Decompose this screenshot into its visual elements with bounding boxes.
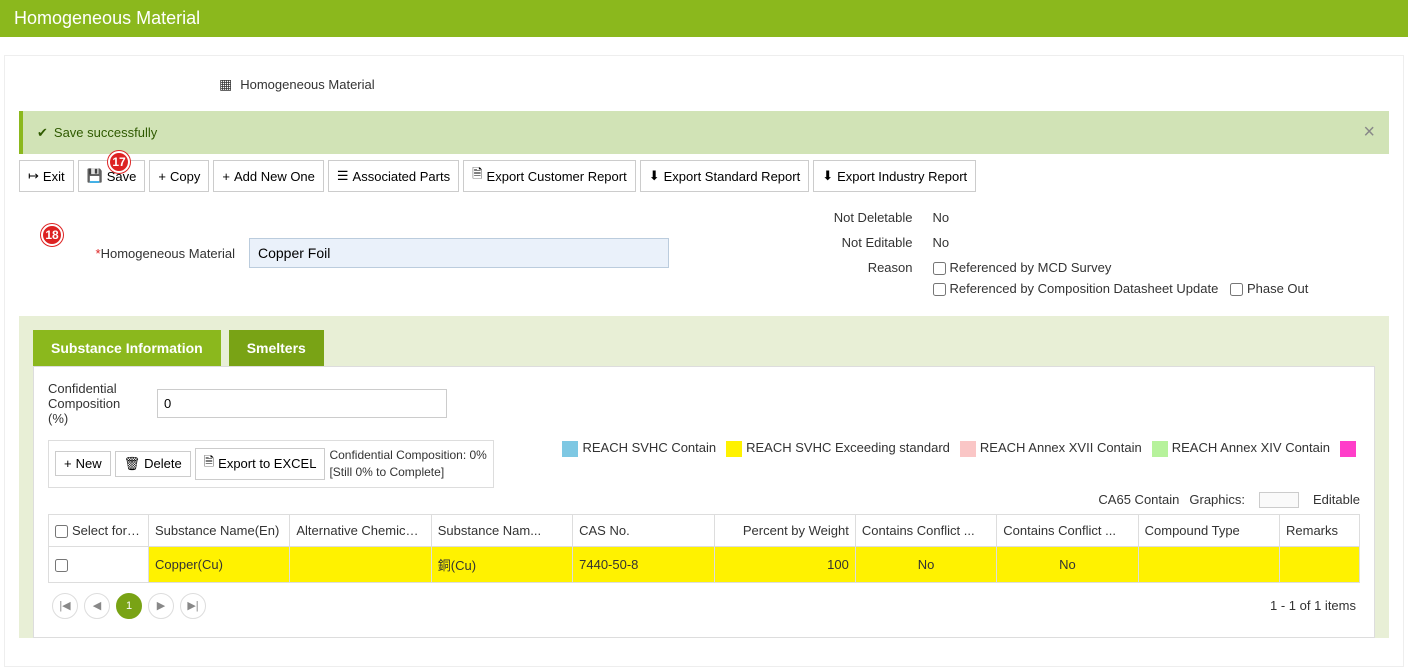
color-legend: REACH SVHC Contain REACH SVHC Exceeding …	[524, 440, 1360, 457]
pager-prev[interactable]: ◀	[84, 593, 110, 619]
callout-badge-18: 18	[41, 224, 63, 246]
add-new-button[interactable]: +Add New One	[213, 160, 324, 192]
swatch-ca65	[1340, 441, 1356, 457]
section-wrap: Substance Information Smelters Confident…	[19, 316, 1389, 638]
save-icon: 💾	[87, 168, 103, 184]
pager-current[interactable]: 1	[116, 593, 142, 619]
col-alt-name[interactable]: Alternative Chemical Name	[290, 514, 431, 546]
row-checkbox[interactable]	[55, 559, 68, 572]
select-all-checkbox[interactable]	[55, 525, 68, 538]
table-row[interactable]: Copper(Cu) 銅(Cu) 7440-50-8 100 No No	[49, 546, 1360, 582]
page-title: Homogeneous Material	[14, 8, 200, 28]
arrow-right-icon: ↦	[28, 168, 39, 184]
exit-button[interactable]: ↦Exit	[19, 160, 74, 192]
cell-alt-name	[290, 546, 431, 582]
pager: |◀ ◀ 1 ▶ ▶| 1 - 1 of 1 items	[48, 583, 1360, 623]
confidential-note: Confidential Composition: 0% [Still 0% t…	[329, 447, 486, 481]
editable-swatch	[1259, 492, 1299, 508]
col-conflict1[interactable]: Contains Conflict ...	[855, 514, 996, 546]
check-icon: ✔	[37, 125, 48, 141]
delete-button[interactable]: 🗑Delete	[115, 451, 191, 477]
not-editable-label: Not Editable	[773, 235, 933, 250]
not-editable-value: No	[933, 235, 950, 250]
export-excel-button[interactable]: 🗎Export to EXCEL	[195, 448, 326, 480]
toolbar: ↦Exit 💾Save +Copy +Add New One ☰Associat…	[19, 160, 1389, 192]
ca65-label: CA65 Contain	[1098, 492, 1179, 507]
close-icon[interactable]: ×	[1363, 121, 1375, 144]
cell-conflict2: No	[997, 546, 1138, 582]
download-icon: ⬇	[822, 168, 833, 184]
file-icon: 🗎	[472, 165, 482, 187]
cell-compound	[1138, 546, 1279, 582]
tabs: Substance Information Smelters	[33, 330, 1389, 366]
trash-icon: 🗑	[124, 456, 141, 472]
pager-first[interactable]: |◀	[52, 593, 78, 619]
reason-phase-checkbox[interactable]	[1230, 283, 1243, 296]
cell-conflict1: No	[855, 546, 996, 582]
reason-mcd-checkbox[interactable]	[933, 262, 946, 275]
tab-smelters[interactable]: Smelters	[229, 330, 324, 366]
list-icon: ☰	[337, 168, 349, 184]
col-name-other[interactable]: Substance Nam...	[431, 514, 572, 546]
new-button[interactable]: +New	[55, 451, 111, 476]
download-icon: ⬇	[649, 168, 660, 184]
pager-next[interactable]: ▶	[148, 593, 174, 619]
plus-icon: +	[158, 169, 166, 184]
legend-extra: CA65 Contain Graphics: Editable	[48, 492, 1360, 508]
cell-name-other: 銅(Cu)	[431, 546, 572, 582]
table-toolbar: +New 🗑Delete 🗎Export to EXCEL Confidenti…	[48, 440, 494, 488]
grid-icon: ▦	[219, 76, 232, 93]
swatch-svhc-contain	[562, 441, 578, 457]
material-label: *Homogeneous Material	[19, 246, 249, 261]
export-standard-button[interactable]: ⬇Export Standard Report	[640, 160, 809, 192]
col-compound[interactable]: Compound Type	[1138, 514, 1279, 546]
plus-icon: +	[222, 169, 230, 184]
pager-last[interactable]: ▶|	[180, 593, 206, 619]
pager-summary: 1 - 1 of 1 items	[1270, 598, 1356, 613]
swatch-annex17	[960, 441, 976, 457]
col-conflict2[interactable]: Contains Conflict ...	[997, 514, 1138, 546]
col-select: Select for de...	[49, 514, 149, 546]
export-industry-button[interactable]: ⬇Export Industry Report	[813, 160, 976, 192]
col-name-en[interactable]: Substance Name(En)	[149, 514, 290, 546]
tab-content: Confidential Composition (%) +New 🗑Delet…	[33, 366, 1375, 638]
editable-label: Editable	[1313, 492, 1360, 507]
associated-parts-button[interactable]: ☰Associated Parts	[328, 160, 459, 192]
col-cas[interactable]: CAS No.	[573, 514, 714, 546]
copy-button[interactable]: +Copy	[149, 160, 209, 192]
material-input[interactable]	[249, 238, 669, 268]
col-remarks[interactable]: Remarks	[1280, 514, 1360, 546]
confidential-input[interactable]	[157, 389, 447, 418]
tab-substance-info[interactable]: Substance Information	[33, 330, 221, 366]
cell-name-en: Copper(Cu)	[149, 546, 290, 582]
cell-pct: 100	[714, 546, 855, 582]
col-pct[interactable]: Percent by Weight	[714, 514, 855, 546]
cell-remarks	[1280, 546, 1360, 582]
breadcrumb-label: Homogeneous Material	[240, 77, 374, 92]
swatch-annex14	[1152, 441, 1168, 457]
breadcrumb: ▦ Homogeneous Material	[219, 76, 1389, 93]
graphics-label: Graphics:	[1189, 492, 1245, 507]
swatch-svhc-exceed	[726, 441, 742, 457]
reason-label: Reason	[773, 260, 933, 275]
form-row-material: *Homogeneous Material Not Deletable No N…	[19, 210, 1389, 296]
cell-cas: 7440-50-8	[573, 546, 714, 582]
alert-message: Save successfully	[54, 125, 157, 140]
reason-comp-label: Referenced by Composition Datasheet Upda…	[950, 281, 1219, 296]
plus-icon: +	[64, 456, 72, 471]
callout-badge-17: 17	[108, 151, 130, 173]
reason-comp-checkbox[interactable]	[933, 283, 946, 296]
not-deletable-label: Not Deletable	[773, 210, 933, 225]
reason-mcd-label: Referenced by MCD Survey	[950, 260, 1112, 275]
substance-table: Select for de... Substance Name(En) Alte…	[48, 514, 1360, 583]
export-customer-button[interactable]: 🗎Export Customer Report	[463, 160, 636, 192]
not-deletable-value: No	[933, 210, 950, 225]
confidential-label: Confidential Composition (%)	[48, 381, 143, 426]
reason-phase-label: Phase Out	[1247, 281, 1308, 296]
file-icon: 🗎	[204, 453, 214, 475]
alert-success: ✔ Save successfully ×	[19, 111, 1389, 154]
content-wrap: ▦ Homogeneous Material ✔ Save successful…	[4, 55, 1404, 667]
page-header: Homogeneous Material	[0, 0, 1408, 37]
